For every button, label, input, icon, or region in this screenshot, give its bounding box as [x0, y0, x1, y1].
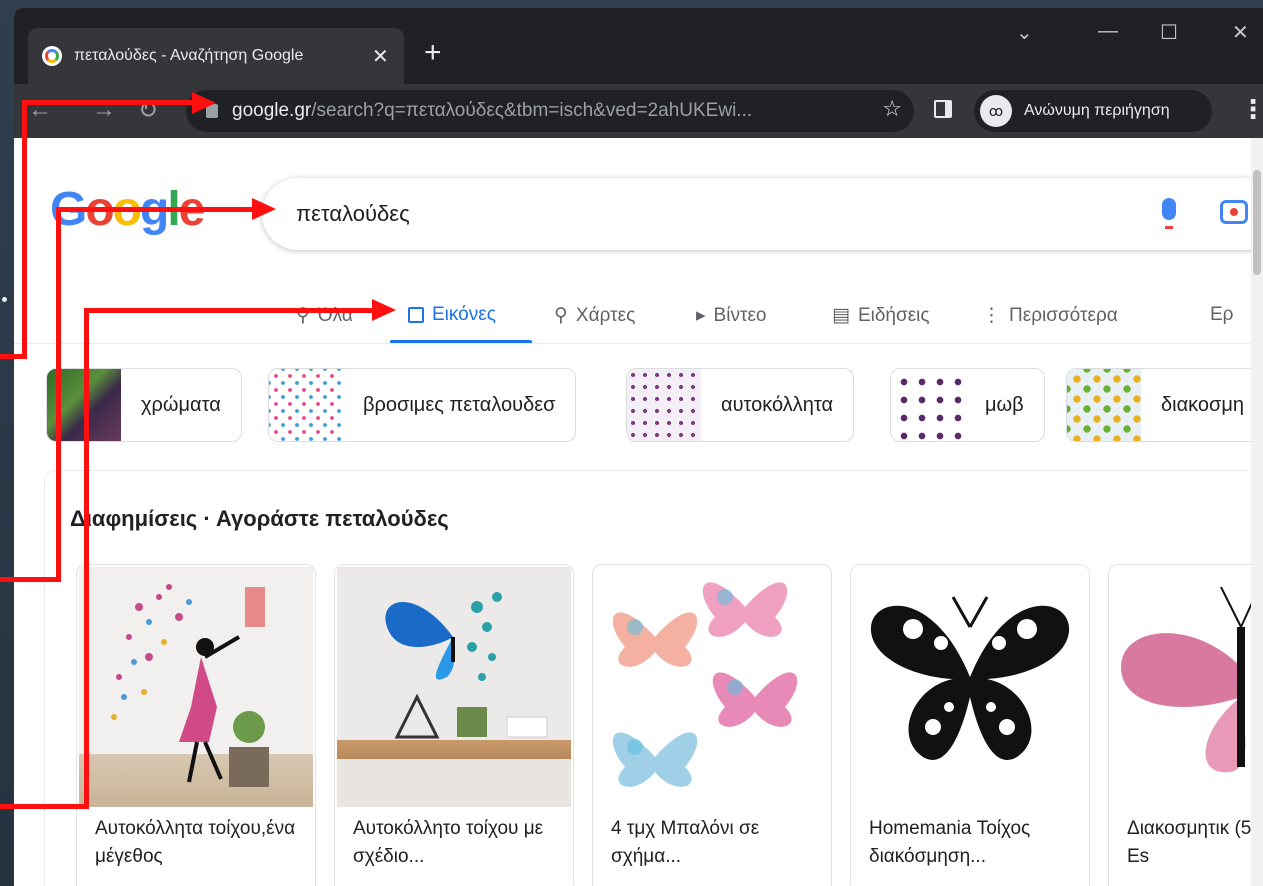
chip-decoration[interactable]: διακοσμη — [1066, 368, 1263, 442]
arrow-line — [22, 100, 196, 105]
search-tabs: ⚲ Όλα Εικόνες ⚲ Χάρτες ▸ Βίντεο ▤ Ειδήσεις ⋮… — [14, 292, 1263, 344]
product-card[interactable]: Διακοσμητικ (50x47x5) Es — [1108, 564, 1263, 886]
tab-strip: πεταλούδες - Αναζήτηση Google ✕ + ⌄ — ☐ … — [14, 8, 1263, 84]
product-title: 4 τμχ Μπαλόνι σε σχήμα... — [611, 818, 760, 867]
chip-thumbnail — [269, 369, 343, 441]
ads-heading: Διαφημίσεις · Αγοράστε πεταλούδες — [70, 506, 449, 531]
arrow-head-icon — [252, 198, 276, 220]
product-title: Διακοσμητικ (50x47x5) Es — [1127, 818, 1263, 867]
new-tab-button[interactable]: + — [424, 38, 442, 68]
play-icon: ▸ — [696, 305, 706, 326]
arrow-head-icon — [372, 299, 396, 321]
chip-thumbnail — [891, 369, 965, 441]
url-host: google.gr — [232, 100, 312, 121]
chip-colors[interactable]: χρώματα — [46, 368, 242, 442]
news-icon: ▤ — [832, 305, 850, 326]
arrow-line — [0, 804, 89, 809]
tab-more[interactable]: ⋮ Περισσότερα — [982, 304, 1118, 327]
tab-maps[interactable]: ⚲ Χάρτες — [554, 304, 635, 327]
search-input[interactable]: πεταλούδες — [262, 178, 1263, 250]
microphone-icon[interactable] — [1162, 198, 1176, 229]
product-image — [853, 567, 1087, 807]
tab-videos[interactable]: ▸ Βίντεο — [696, 304, 766, 327]
product-title: Homemania Τοίχος διακόσμηση... — [869, 818, 1031, 867]
maximize-icon[interactable]: ☐ — [1160, 20, 1178, 45]
tab-tools[interactable]: Ερ — [1210, 304, 1233, 326]
arrow-line — [22, 100, 27, 358]
refinement-chips: χρώματα βροσιμες πεταλουδεσ αυτοκόλλητα … — [14, 368, 1263, 444]
product-title: Αυτοκόλλητο τοίχου με σχέδιο... — [353, 818, 544, 867]
close-icon[interactable]: ✕ — [372, 44, 389, 69]
search-results-page: Google πεταλούδες ⚲Όλα Εικόνες ⚲Χάρτες ▸… — [14, 138, 1263, 886]
browser-tab[interactable]: πεταλούδες - Αναζήτηση Google ✕ — [28, 28, 404, 84]
camera-lens-icon[interactable] — [1220, 200, 1248, 224]
chip-printable[interactable]: βροσιμες πεταλουδεσ — [268, 368, 577, 442]
incognito-chip[interactable]: ꝏ Ανώνυμη περιήγηση — [974, 90, 1212, 132]
browser-window: πεταλούδες - Αναζήτηση Google ✕ + ⌄ — ☐ … — [14, 8, 1263, 886]
more-dots-icon: ⋮ — [982, 305, 1001, 326]
product-card[interactable]: Homemania Τοίχος διακόσμηση... — [850, 564, 1090, 886]
url-path: /search?q=πεταλούδες&tbm=isch&ved=2ahUKE… — [311, 100, 753, 121]
google-favicon-icon — [42, 46, 62, 66]
map-pin-icon: ⚲ — [554, 305, 568, 326]
incognito-icon: ꝏ — [980, 95, 1012, 127]
tab-news[interactable]: ▤ Ειδήσεις — [832, 304, 930, 327]
product-card[interactable]: 4 τμχ Μπαλόνι σε σχήμα... — [592, 564, 832, 886]
chip-purple[interactable]: μωβ — [890, 368, 1045, 442]
page-scrollbar[interactable] — [1251, 138, 1263, 886]
menu-dots-icon[interactable]: ⋮ — [1240, 94, 1263, 125]
chip-thumbnail — [1067, 369, 1141, 441]
arrow-line — [0, 354, 27, 359]
divider — [14, 343, 1263, 344]
product-title: Αυτοκόλλητα τοίχου,ένα μέγεθος — [95, 818, 296, 867]
incognito-label: Ανώνυμη περιήγηση — [1024, 102, 1170, 119]
bullet-dot — [2, 297, 7, 302]
window-close-icon[interactable]: ✕ — [1232, 20, 1249, 45]
arrow-line — [84, 308, 89, 808]
chip-thumbnail — [627, 369, 701, 441]
arrow-line — [56, 207, 254, 212]
minimize-icon[interactable]: — — [1098, 20, 1118, 43]
image-icon — [408, 307, 424, 323]
arrow-line — [56, 207, 61, 581]
arrow-line — [84, 308, 374, 313]
tab-title: πεταλούδες - Αναζήτηση Google — [74, 47, 304, 64]
product-image — [1111, 567, 1263, 807]
product-card[interactable]: Αυτοκόλλητα τοίχου,ένα μέγεθος — [76, 564, 316, 886]
scrollbar-thumb[interactable] — [1253, 170, 1261, 275]
product-image — [595, 567, 829, 807]
bookmark-star-icon[interactable]: ☆ — [882, 96, 902, 122]
search-query: πεταλούδες — [296, 201, 410, 226]
product-image — [79, 567, 313, 807]
chevron-down-icon[interactable]: ⌄ — [1016, 20, 1033, 45]
product-image — [337, 567, 571, 807]
side-panel-icon[interactable] — [934, 100, 952, 118]
product-card[interactable]: Αυτοκόλλητο τοίχου με σχέδιο... — [334, 564, 574, 886]
address-bar[interactable]: google.gr /search?q=πεταλούδες&tbm=isch&… — [186, 90, 914, 132]
tab-images[interactable]: Εικόνες — [408, 304, 496, 326]
arrow-head-icon — [192, 92, 216, 114]
chip-stickers[interactable]: αυτοκόλλητα — [626, 368, 855, 442]
arrow-line — [0, 577, 61, 582]
